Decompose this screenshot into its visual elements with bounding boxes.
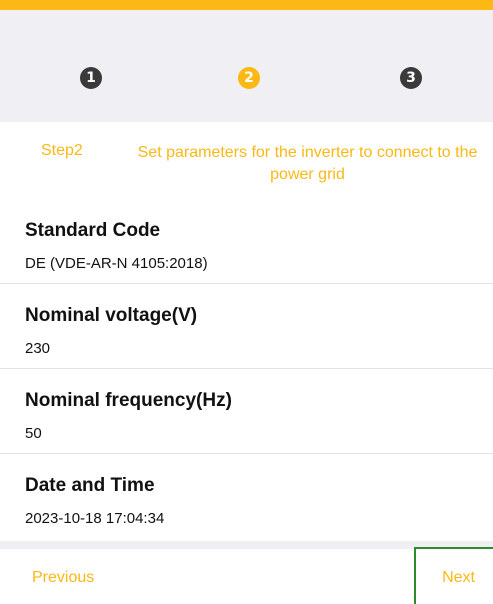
footer-bar: Previous Next	[0, 547, 493, 604]
standard-code-value: DE (VDE-AR-N 4105:2018)	[25, 255, 208, 272]
inverter-setup-screen: 1 2 3 Step2 Set parameters for the inver…	[0, 0, 493, 604]
top-accent-bar	[0, 0, 493, 10]
stepper: 1 2 3	[0, 10, 493, 122]
divider	[0, 368, 493, 369]
step-3-indicator: 3	[400, 67, 422, 89]
nominal-voltage-title: Nominal voltage(V)	[25, 305, 198, 326]
next-button[interactable]: Next	[414, 547, 493, 604]
divider	[0, 453, 493, 454]
step-1-indicator: 1	[80, 67, 102, 89]
date-time-title: Date and Time	[25, 475, 155, 496]
divider	[0, 283, 493, 284]
date-time-value: 2023-10-18 17:04:34	[25, 510, 165, 527]
step-number-label: Step2	[41, 142, 83, 159]
previous-button[interactable]: Previous	[32, 549, 152, 604]
step-instruction-text: Set parameters for the inverter to conne…	[137, 144, 478, 183]
step-2-indicator: 2	[238, 67, 260, 89]
standard-code-title: Standard Code	[25, 220, 161, 241]
nominal-frequency-title: Nominal frequency(Hz)	[25, 390, 232, 411]
nominal-frequency-value: 50	[25, 425, 42, 442]
nominal-voltage-value: 230	[25, 340, 51, 357]
